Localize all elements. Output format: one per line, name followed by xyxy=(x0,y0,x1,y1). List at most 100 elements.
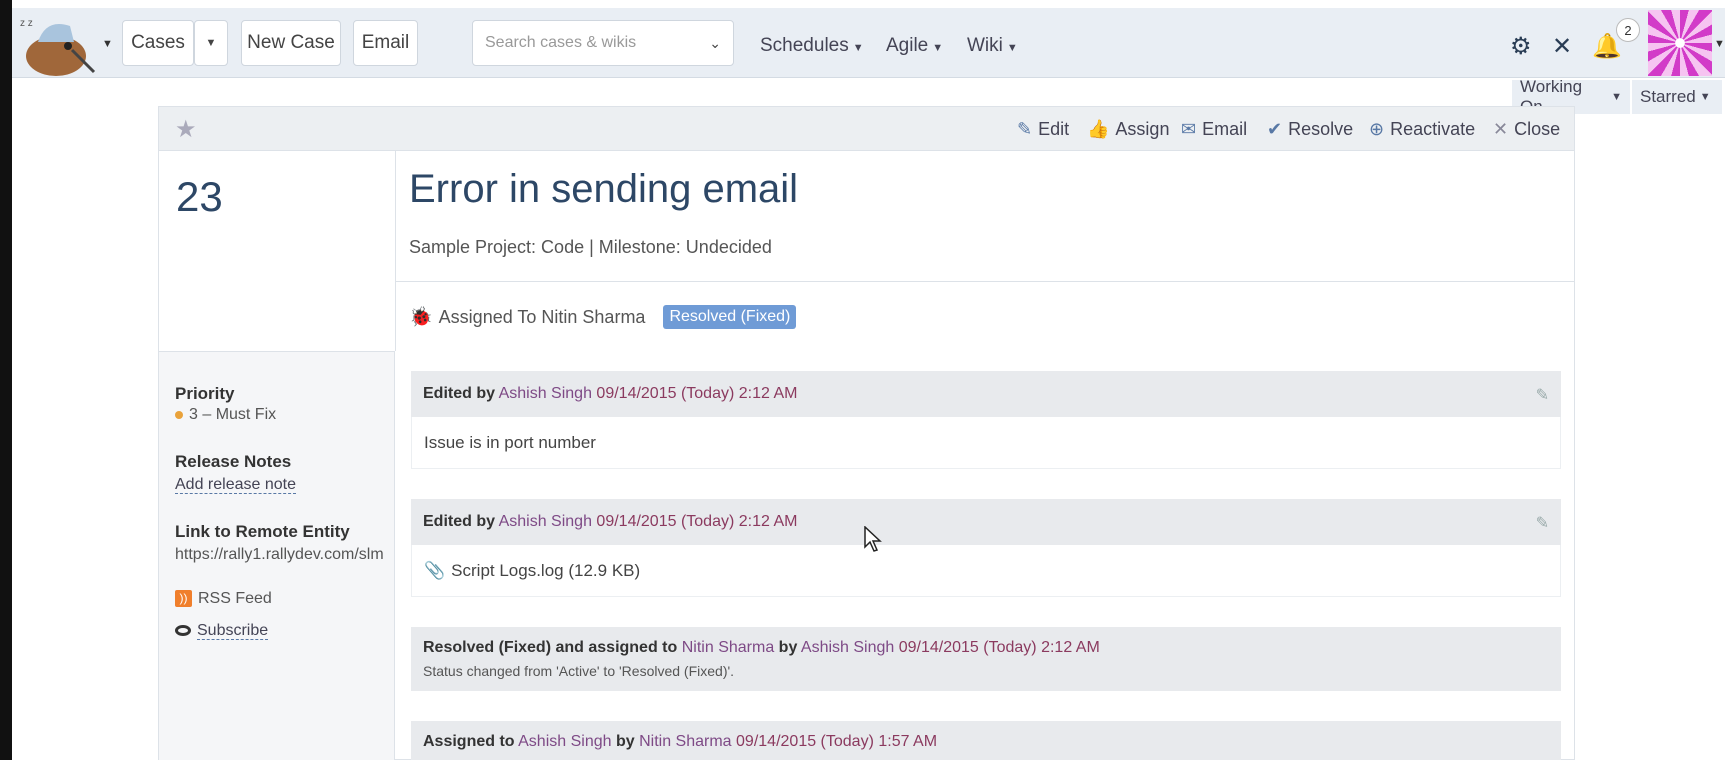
remote-entity-label: Link to Remote Entity xyxy=(175,522,350,541)
tools-icon[interactable]: ✕ xyxy=(1552,32,1572,61)
rss-feed-link[interactable]: )) RSS Feed xyxy=(175,590,385,608)
subscribe-text: Subscribe xyxy=(197,622,269,640)
event-prefix: Edited by xyxy=(423,513,496,530)
attachment-link[interactable]: Script Logs.log (12.9 KB) xyxy=(451,561,640,580)
chevron-down-icon: ▼ xyxy=(205,37,217,49)
search-box[interactable]: ⌄ xyxy=(472,20,734,66)
rss-icon: )) xyxy=(175,590,192,608)
event-prefix: Edited by xyxy=(423,385,496,402)
event-status-change: Status changed from 'Active' to 'Resolve… xyxy=(423,663,735,679)
email-action-label: Email xyxy=(1202,119,1248,139)
event-summary: Resolved (Fixed) and assigned to Nitin S… xyxy=(411,627,1561,691)
checkmark-icon: ✔ xyxy=(1267,119,1283,139)
agile-menu[interactable]: Agile ▼ xyxy=(886,35,943,57)
event-by: by xyxy=(615,733,635,750)
email-button[interactable]: Email xyxy=(353,20,418,66)
edit-label: Edit xyxy=(1038,119,1070,139)
resolve-label: Resolve xyxy=(1288,119,1354,139)
notification-count-badge: 2 xyxy=(1616,18,1640,42)
case-title: Error in sending email xyxy=(409,167,799,211)
starred-label: Starred xyxy=(1640,87,1696,106)
event-person-link[interactable]: Ashish Singh xyxy=(499,385,592,402)
priority-label: Priority xyxy=(175,384,235,403)
case-panel: ★ ✎ Edit 👍 Assign ✉ Email ✔ Resolve ⊕ Reactiv… xyxy=(158,106,1575,760)
event-person-link[interactable]: Ashish Singh xyxy=(499,513,592,530)
plus-circle-icon: ⊕ xyxy=(1369,119,1385,139)
subscribe-link[interactable]: Subscribe xyxy=(175,622,385,640)
event-prefix: Assigned to xyxy=(423,733,515,750)
bug-icon: 🐞 xyxy=(409,307,433,328)
assigned-to-text: Assigned To Nitin Sharma xyxy=(438,306,646,327)
avatar-caret-icon[interactable]: ▼ xyxy=(1714,38,1725,50)
search-chevron-icon[interactable]: ⌄ xyxy=(709,35,721,52)
chevron-down-icon: ▼ xyxy=(932,42,944,54)
email-action-button[interactable]: ✉ Email xyxy=(1181,119,1247,140)
event-by-person-link[interactable]: Ashish Singh xyxy=(801,639,894,656)
assigned-to-row: 🐞 Assigned To Nitin Sharma Resolved (Fix… xyxy=(409,305,797,329)
reactivate-button[interactable]: ⊕ Reactivate xyxy=(1369,119,1475,140)
close-label: Close xyxy=(1514,119,1561,139)
wiki-label: Wiki xyxy=(967,35,1003,56)
thumbs-up-icon: 👍 xyxy=(1087,119,1110,139)
case-sidebar: Priority 3 – Must Fix Release Notes Add … xyxy=(159,351,395,760)
release-notes-label: Release Notes xyxy=(175,452,292,471)
edit-button[interactable]: ✎ Edit xyxy=(1017,119,1069,140)
pencil-icon[interactable]: ✎ xyxy=(1536,385,1549,405)
new-case-label: New Case xyxy=(247,32,335,53)
event-body: 📎 Script Logs.log (12.9 KB) xyxy=(411,545,1561,597)
priority-value-text: 3 – Must Fix xyxy=(189,406,277,423)
cases-dropdown-button[interactable]: ▼ xyxy=(194,20,228,66)
close-button[interactable]: ✕ Close xyxy=(1493,119,1560,140)
pencil-icon[interactable]: ✎ xyxy=(1536,513,1549,533)
event-by-person-link[interactable]: Nitin Sharma xyxy=(639,733,731,750)
chevron-down-icon: ▼ xyxy=(852,42,864,54)
case-number: 23 xyxy=(176,173,223,220)
envelope-icon: ✉ xyxy=(1181,119,1197,139)
status-badge: Resolved (Fixed) xyxy=(663,305,797,329)
add-release-note-link[interactable]: Add release note xyxy=(175,476,385,494)
chevron-down-icon: ▼ xyxy=(1699,91,1711,103)
logo-caret-icon[interactable]: ▼ xyxy=(102,38,113,50)
event-person-link[interactable]: Ashish Singh xyxy=(518,733,611,750)
avatar[interactable] xyxy=(1648,10,1712,76)
email-label: Email xyxy=(361,32,410,53)
schedules-menu[interactable]: Schedules ▼ xyxy=(760,35,864,57)
gear-icon[interactable]: ⚙ xyxy=(1510,32,1532,61)
event-header: Edited by Ashish Singh 09/14/2015 (Today… xyxy=(411,371,1561,417)
starred-menu[interactable]: Starred ▼ xyxy=(1632,80,1722,114)
agile-label: Agile xyxy=(886,35,929,56)
svg-text:z z: z z xyxy=(20,18,33,29)
remote-entity-link[interactable]: https://rally1.rallydev.com/slm xyxy=(175,546,393,564)
event-date: 09/14/2015 (Today) 1:57 AM xyxy=(736,733,938,750)
assign-button[interactable]: 👍 Assign xyxy=(1087,119,1169,140)
event-person-link[interactable]: Nitin Sharma xyxy=(682,639,774,656)
paperclip-icon: 📎 xyxy=(424,561,446,580)
close-icon: ✕ xyxy=(1493,119,1509,139)
case-meta: Sample Project: Code | Milestone: Undeci… xyxy=(409,237,772,257)
event-header: Edited by Ashish Singh 09/14/2015 (Today… xyxy=(411,499,1561,545)
case-event: Assigned to Ashish Singh by Nitin Sharma… xyxy=(411,721,1561,760)
star-icon[interactable]: ★ xyxy=(175,115,197,144)
kiwi-logo-icon[interactable]: z z xyxy=(16,12,98,78)
cases-button[interactable]: Cases xyxy=(122,20,194,66)
priority-dot-icon xyxy=(175,410,183,419)
header-divider-vertical xyxy=(395,151,396,351)
cases-label: Cases xyxy=(131,32,185,53)
schedules-label: Schedules xyxy=(760,35,849,56)
case-toolbar: ★ ✎ Edit 👍 Assign ✉ Email ✔ Resolve ⊕ Reactiv… xyxy=(159,107,1574,151)
case-event: Resolved (Fixed) and assigned to Nitin S… xyxy=(411,627,1561,691)
new-case-button[interactable]: New Case xyxy=(241,20,341,66)
chevron-down-icon: ▼ xyxy=(1611,91,1622,103)
frame-top xyxy=(0,0,1725,8)
reactivate-label: Reactivate xyxy=(1390,119,1476,139)
priority-value[interactable]: 3 – Must Fix xyxy=(175,406,385,424)
add-release-note-text: Add release note xyxy=(175,476,296,494)
wiki-menu[interactable]: Wiki ▼ xyxy=(967,35,1018,57)
frame-left xyxy=(0,0,12,760)
event-by: by xyxy=(778,639,798,656)
event-prefix: Resolved (Fixed) and assigned to xyxy=(423,639,678,656)
case-event: Edited by Ashish Singh 09/14/2015 (Today… xyxy=(411,499,1561,597)
case-event: Edited by Ashish Singh 09/14/2015 (Today… xyxy=(411,371,1561,469)
search-input[interactable] xyxy=(485,34,695,52)
resolve-button[interactable]: ✔ Resolve xyxy=(1267,119,1353,140)
